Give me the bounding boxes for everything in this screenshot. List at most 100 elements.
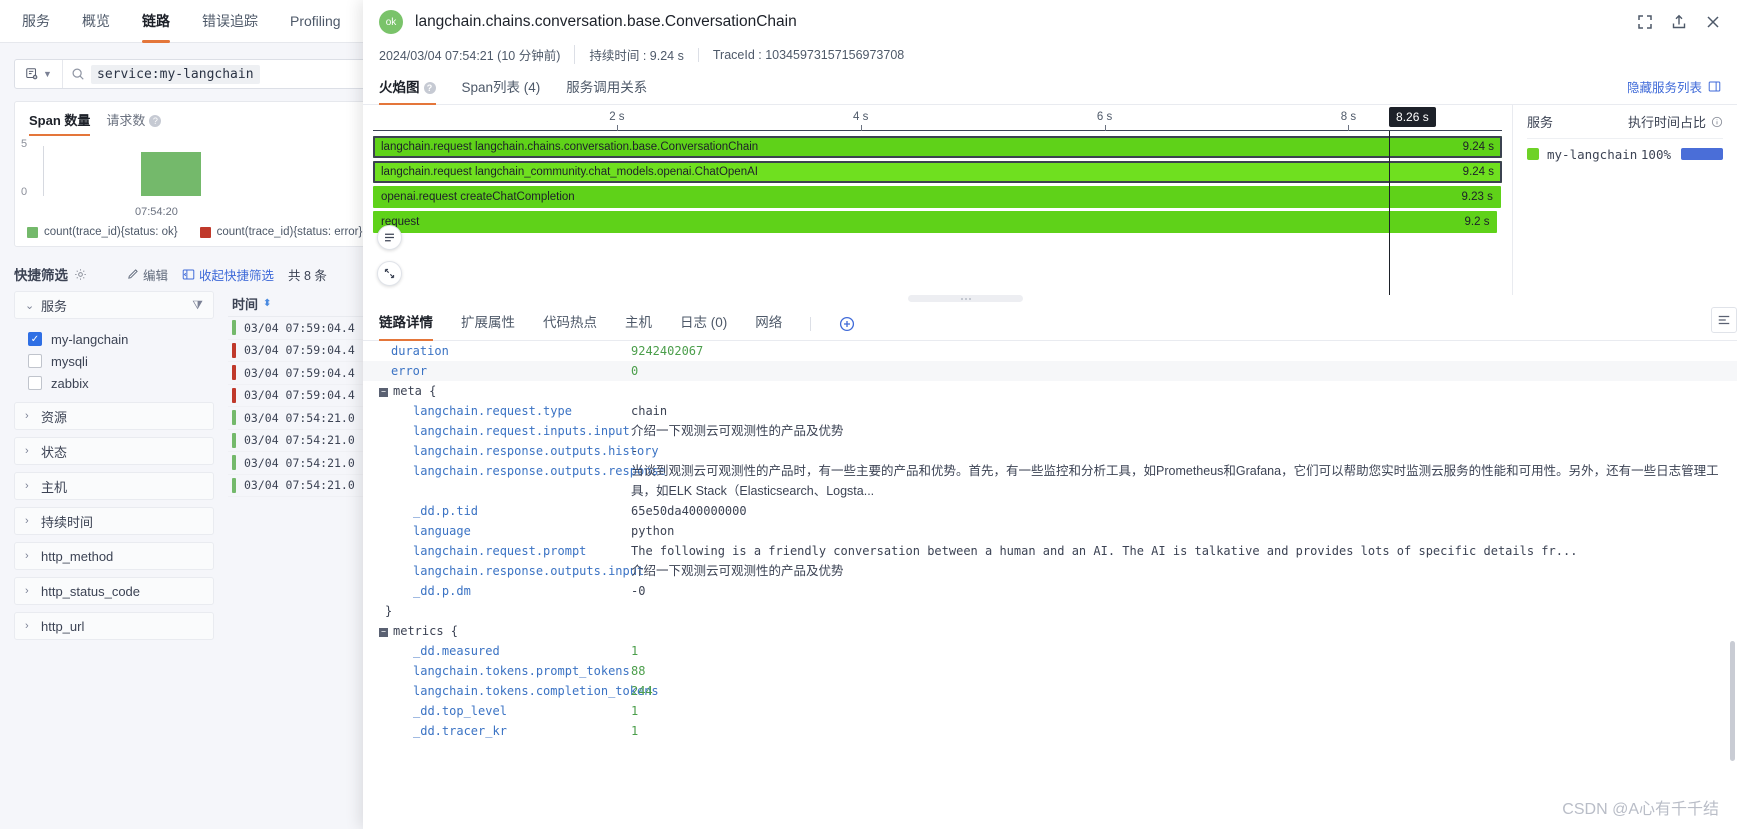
- search-input[interactable]: service:my-langchain: [91, 64, 260, 84]
- checkbox[interactable]: [28, 354, 42, 368]
- filter-group-7[interactable]: › http_url: [14, 612, 214, 640]
- chart-tab-0[interactable]: Span 数量: [29, 110, 91, 136]
- time-tooltip: 8.26 s: [1389, 107, 1436, 127]
- detail-tab-1[interactable]: 扩展属性: [461, 307, 515, 340]
- filter-group-3[interactable]: › 主机: [14, 472, 214, 500]
- search-bar[interactable]: ▼ service:my-langchain: [14, 59, 374, 89]
- clear-filter-icon[interactable]: ⧩: [192, 298, 203, 313]
- collapse-label: 收起快捷筛选: [199, 268, 275, 283]
- flame-bar-label: langchain.request langchain.chains.conve…: [381, 141, 759, 153]
- edit-quick-filter-button[interactable]: 编辑: [127, 265, 168, 284]
- filter-option-label: my-langchain: [51, 331, 129, 347]
- topnav-item-4[interactable]: Profiling: [276, 0, 355, 43]
- ruler-tick-label-1: 4 s: [853, 111, 869, 123]
- topnav-item-3[interactable]: 错误追踪: [188, 0, 272, 43]
- chart-bar-ok[interactable]: [141, 152, 201, 196]
- gear-icon[interactable]: [74, 268, 87, 281]
- topnav-item-2[interactable]: 链路: [128, 0, 184, 43]
- filter-group-2[interactable]: › 状态: [14, 437, 214, 465]
- trace-timestamp: 2024/03/04 07:54:21 (10 分钟前): [379, 49, 561, 63]
- info-icon[interactable]: [1711, 116, 1723, 128]
- trace-detail-drawer: ok langchain.chains.conversation.base.Co…: [363, 0, 1737, 829]
- help-icon[interactable]: ?: [149, 115, 162, 127]
- json-key: langchain.response.outputs.response: [413, 464, 666, 478]
- filter-group-6[interactable]: › http_status_code: [14, 577, 214, 605]
- flame-bar-2[interactable]: openai.request createChatCompletion 9.23 …: [373, 186, 1501, 208]
- filter-group-4[interactable]: › 持续时间: [14, 507, 214, 535]
- flame-bar-label: langchain.request langchain_community.ch…: [381, 166, 758, 178]
- filter-group-label: http_method: [41, 548, 114, 564]
- filter-group-label: 资源: [41, 409, 68, 425]
- json-key: _dd.tracer_kr: [413, 724, 507, 738]
- json-key: langchain.response.outputs.input: [413, 564, 645, 578]
- detail-tab-2[interactable]: 代码热点: [543, 307, 597, 340]
- trace-time: 03/04 07:54:21.0: [244, 410, 355, 425]
- legend-item-1[interactable]: count(trace_id){status: error}: [199, 226, 362, 238]
- filter-group-5[interactable]: › http_method: [14, 542, 214, 570]
- flame-bar-1[interactable]: langchain.request langchain_community.ch…: [373, 161, 1502, 183]
- flame-graph-section: 2 s 4 s 6 s 8 s 8.26 s langchain.request la…: [363, 105, 1737, 295]
- vertical-scrollbar[interactable]: [1730, 641, 1735, 761]
- json-row: langchain.response.outputs.response 当谈到观测…: [363, 461, 1737, 501]
- toggle-right-panel-button[interactable]: [1711, 307, 1737, 333]
- help-icon[interactable]: ?: [423, 82, 436, 94]
- topnav-item-0[interactable]: 服务: [8, 0, 64, 43]
- search-scope-selector[interactable]: ▼: [15, 60, 63, 88]
- drawer-tab-0[interactable]: 火焰图?: [379, 76, 436, 105]
- service-column-label: 服务: [1527, 115, 1554, 130]
- flame-bar-3[interactable]: request 9.2 s: [373, 211, 1498, 233]
- close-icon[interactable]: [1705, 14, 1721, 30]
- service-row-0[interactable]: my-langchain 100%: [1527, 139, 1723, 169]
- json-row: − metrics {: [363, 621, 1737, 641]
- service-name-text: my-langchain: [1547, 146, 1638, 162]
- chevron-down-icon: ▼: [43, 69, 52, 79]
- horizontal-scrollbar[interactable]: [908, 295, 1023, 302]
- drawer-tab-2[interactable]: 服务调用关系: [566, 76, 647, 104]
- ruler-tick-label-3: 8 s: [1340, 111, 1357, 123]
- hide-service-list-button[interactable]: 隐藏服务列表: [1627, 77, 1721, 104]
- detail-tab-0[interactable]: 链路详情: [379, 307, 433, 341]
- add-tab-icon[interactable]: [839, 316, 855, 332]
- json-row: langchain.tokens.completion_tokens 244: [363, 681, 1737, 701]
- collapse-quick-filter-button[interactable]: 收起快捷筛选: [182, 265, 274, 284]
- detail-tab-3[interactable]: 主机: [625, 307, 652, 340]
- json-key: langchain.tokens.prompt_tokens: [413, 664, 630, 678]
- topnav-item-1[interactable]: 概览: [68, 0, 124, 43]
- checkbox[interactable]: [28, 376, 42, 390]
- filter-group-0[interactable]: ⌄ 服务 ⧩: [14, 291, 214, 319]
- trace-detail-json[interactable]: duration 9242402067 error 0− meta {langchain…: [363, 341, 1737, 829]
- json-key: langchain.request.type: [413, 404, 572, 418]
- share-icon[interactable]: [1671, 14, 1687, 30]
- filter-group-label: 状态: [41, 444, 68, 460]
- detail-tab-4[interactable]: 日志 (0): [680, 307, 727, 340]
- sort-icon[interactable]: ⬍: [263, 298, 271, 309]
- collapse-toggle-icon[interactable]: −: [379, 627, 388, 637]
- flame-bars: langchain.request langchain.chains.conve…: [373, 136, 1502, 233]
- collapse-flame-button[interactable]: [377, 261, 402, 286]
- filter-option-mysqli[interactable]: mysqli: [28, 350, 214, 372]
- flame-bar-0[interactable]: langchain.request langchain.chains.conve…: [373, 136, 1502, 158]
- drawer-tab-1[interactable]: Span列表 (4): [462, 76, 541, 104]
- chart-plot-area: 5 0: [21, 138, 363, 206]
- filter-group-1[interactable]: › 资源: [14, 402, 214, 430]
- collapse-toggle-icon[interactable]: −: [379, 387, 388, 397]
- json-value: 介绍一下观测云可观测性的产品及优势: [631, 424, 844, 438]
- saved-view-icon: [25, 67, 39, 81]
- span-list-toggle-button[interactable]: [377, 225, 402, 250]
- fullscreen-icon[interactable]: [1637, 14, 1653, 30]
- status-badge: ok: [379, 10, 403, 34]
- filter-option-my-langchain[interactable]: ✓ my-langchain: [28, 328, 214, 350]
- detail-tab-5[interactable]: 网络: [755, 307, 782, 340]
- json-key: _dd.top_level: [413, 704, 507, 718]
- service-name: my-langchain: [1527, 147, 1637, 162]
- checkbox[interactable]: ✓: [28, 332, 42, 346]
- chart-tab-1[interactable]: 请求数?: [106, 110, 162, 136]
- legend-item-0[interactable]: count(trace_id){status: ok}: [27, 226, 178, 238]
- watermark: CSDN @A心有千千结: [1562, 801, 1719, 818]
- json-value: 0: [631, 364, 639, 378]
- json-value: 当谈到观测云可观测性的产品时，有一些主要的产品和优势。首先，有一些监控和分析工具…: [631, 464, 1719, 498]
- trace-time: 03/04 07:59:04.4: [244, 343, 355, 358]
- filter-option-zabbix[interactable]: zabbix: [28, 372, 214, 394]
- ruler-tick-label-2: 6 s: [1096, 111, 1113, 123]
- ruler-tick-label-0: 2 s: [609, 111, 625, 123]
